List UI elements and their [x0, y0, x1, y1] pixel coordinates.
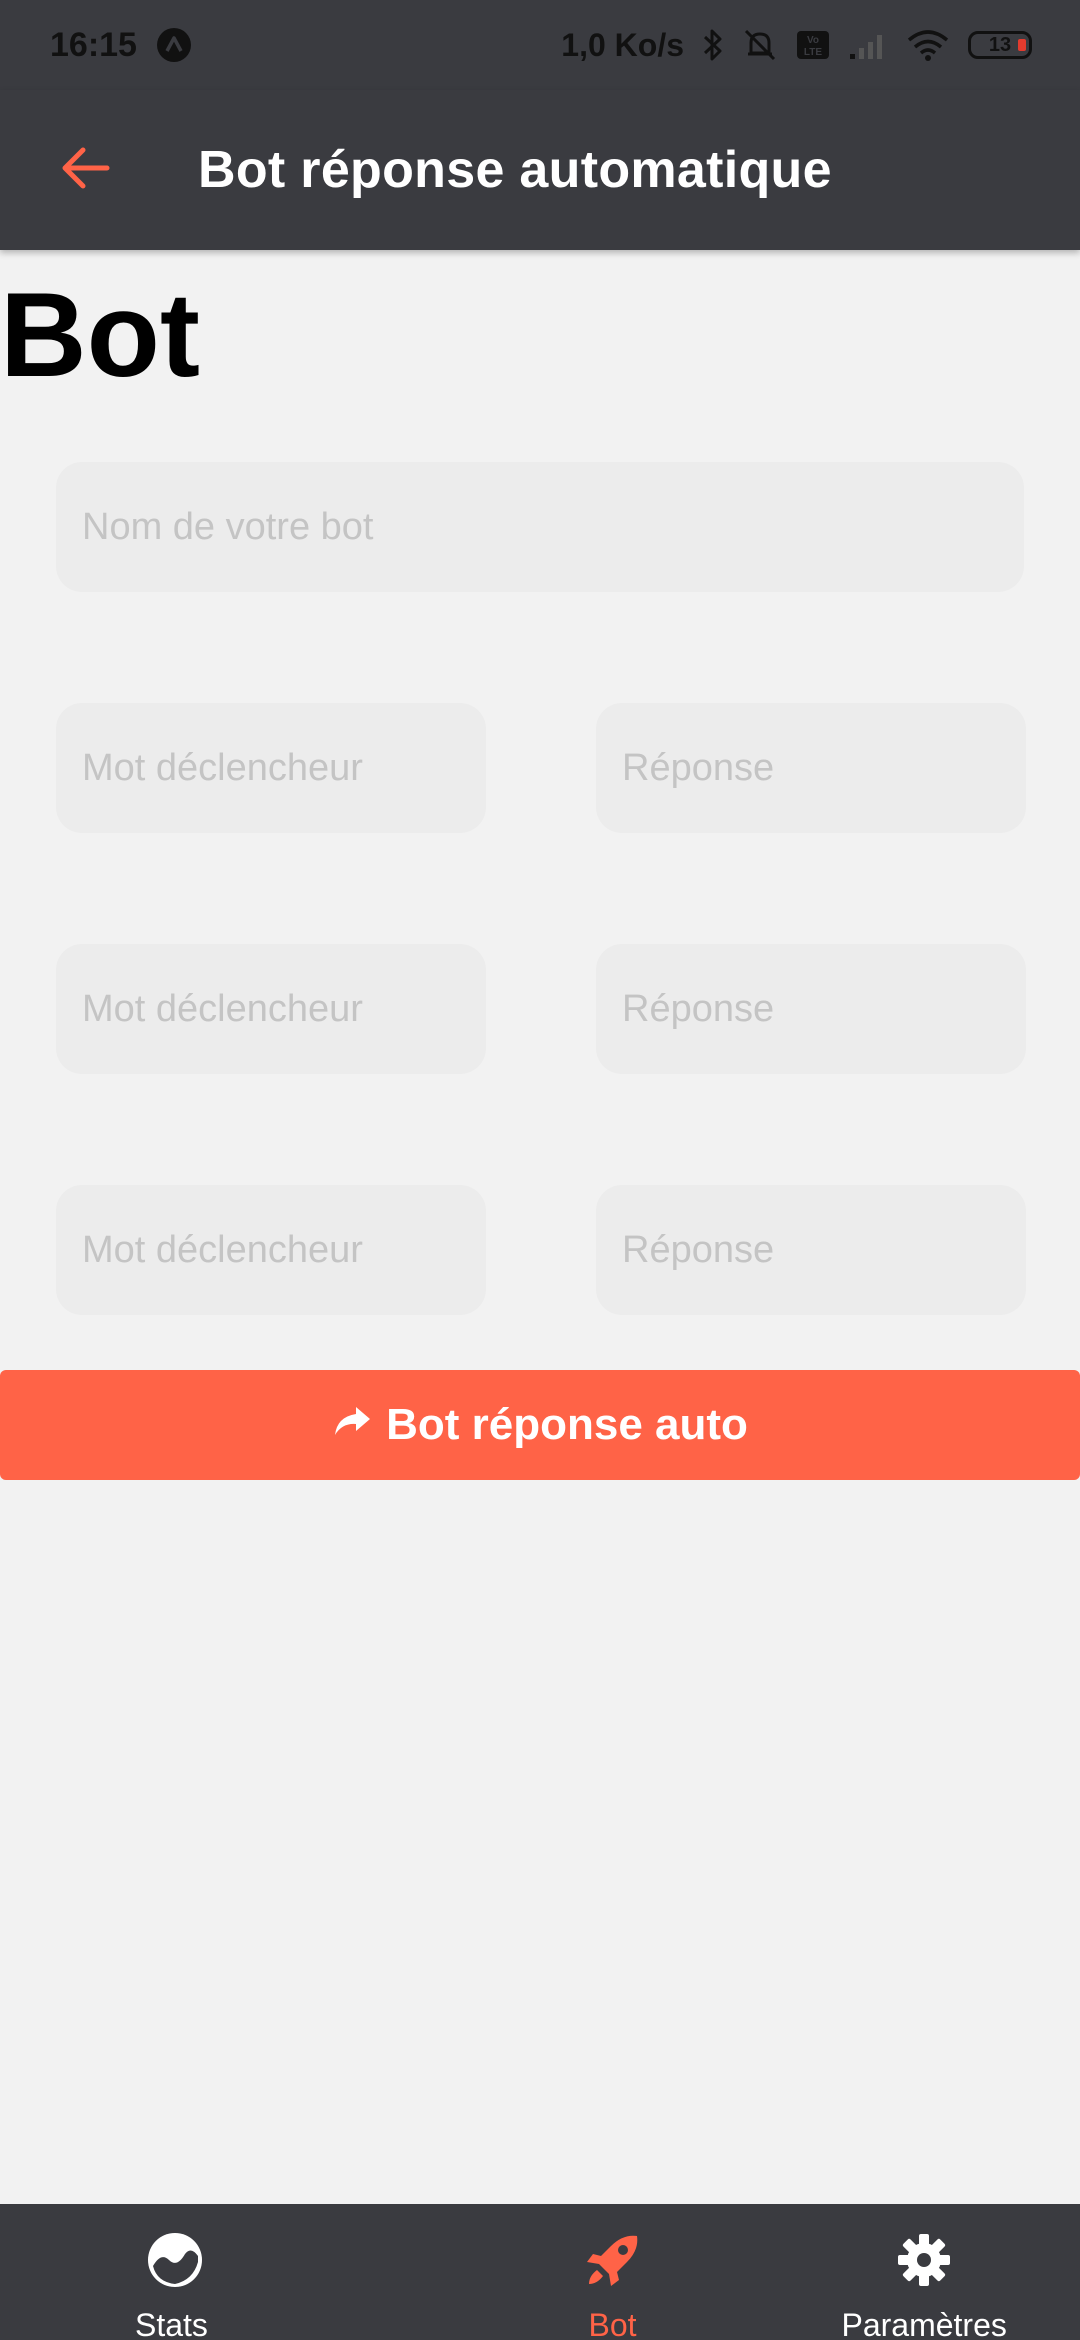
svg-text:LTE: LTE: [804, 47, 822, 58]
signal-icon: [848, 30, 888, 60]
chart-circle-icon: [145, 2230, 205, 2295]
bluetooth-icon: [702, 27, 724, 63]
back-button[interactable]: [30, 120, 140, 220]
bot-name-input[interactable]: [56, 462, 1024, 592]
battery-level: 13: [988, 33, 1012, 56]
trigger-word-input-3[interactable]: [56, 1185, 486, 1315]
nav-item-settings[interactable]: Paramètres: [768, 2204, 1080, 2340]
notification-a-icon: [155, 26, 193, 64]
status-time: 16:15: [50, 25, 137, 64]
screen: 16:15 1,0 Ko/s Vo LTE 13 Bot réponse aut…: [0, 0, 1080, 2340]
app-title: Bot réponse automatique: [198, 141, 832, 199]
reply-input-2[interactable]: [596, 944, 1026, 1074]
rocket-icon: [583, 2230, 643, 2295]
wifi-icon: [906, 28, 950, 62]
bottom-nav: Stats Bot Paramètres: [0, 2204, 1080, 2340]
bell-off-icon: [742, 27, 778, 63]
app-bar: Bot réponse automatique: [0, 90, 1080, 250]
share-arrow-icon: [332, 1400, 372, 1450]
nav-label-bot: Bot: [588, 2307, 637, 2340]
arrow-left-icon: [59, 145, 111, 196]
trigger-word-input-2[interactable]: [56, 944, 486, 1074]
reply-input-1[interactable]: [596, 703, 1026, 833]
bot-auto-reply-label: Bot réponse auto: [386, 1400, 748, 1449]
gear-icon: [894, 2230, 954, 2295]
nav-label-settings: Paramètres: [841, 2307, 1007, 2340]
status-right: 1,0 Ko/s Vo LTE 13: [561, 27, 1032, 64]
svg-text:Vo: Vo: [807, 35, 819, 46]
nav-item-bot[interactable]: Bot: [457, 2204, 769, 2340]
status-bar: 16:15 1,0 Ko/s Vo LTE 13: [0, 0, 1080, 90]
battery-icon: 13: [968, 31, 1032, 59]
nav-item-stats[interactable]: Stats: [0, 2204, 457, 2340]
nav-label-stats: Stats: [135, 2307, 208, 2340]
bot-auto-reply-button[interactable]: Bot réponse auto: [0, 1370, 1080, 1480]
page-title: Bot: [0, 268, 200, 402]
network-speed: 1,0 Ko/s: [561, 26, 684, 63]
reply-input-3[interactable]: [596, 1185, 1026, 1315]
volte-icon: Vo LTE: [796, 30, 830, 60]
trigger-word-input-1[interactable]: [56, 703, 486, 833]
status-left: 16:15: [50, 26, 193, 65]
